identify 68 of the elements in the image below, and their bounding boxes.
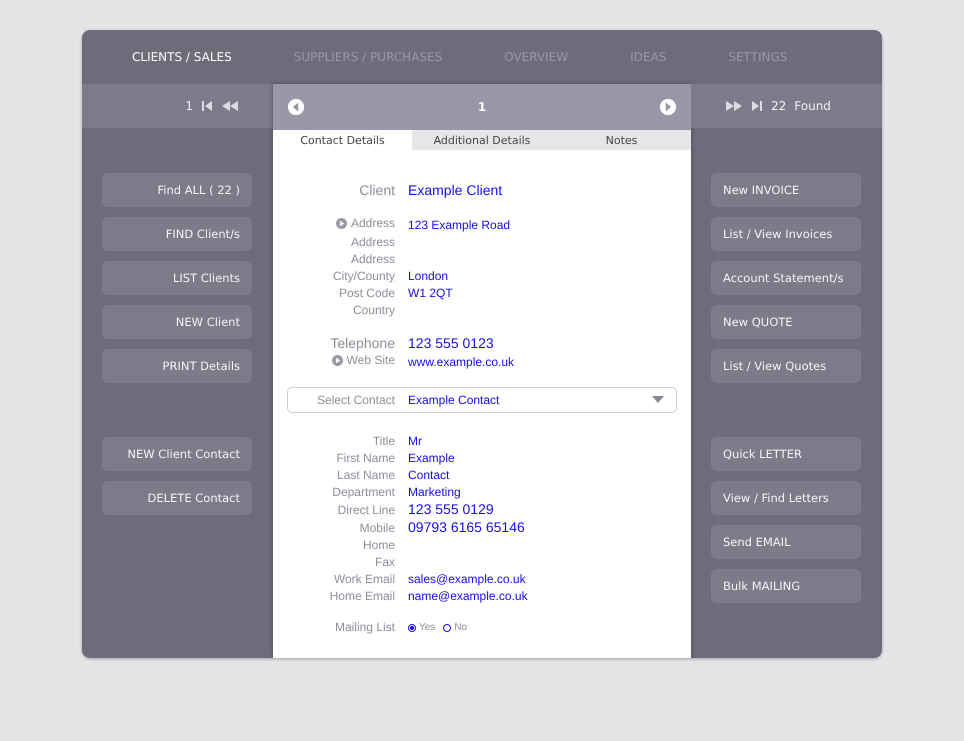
field-label: Web Site (346, 352, 395, 369)
contact-select[interactable]: Select Contact Example Contact (287, 387, 677, 413)
field-value[interactable]: Example Client (408, 182, 502, 199)
action-button[interactable]: List / View Invoices (711, 217, 861, 251)
action-button[interactable]: Send EMAIL (711, 525, 861, 559)
field-value[interactable]: name@example.co.uk (408, 588, 528, 605)
action-button[interactable]: NEW Client Contact (102, 437, 252, 471)
found-count: 22 (771, 99, 786, 113)
field-label: First Name (336, 450, 395, 467)
action-button[interactable]: Find ALL ( 22 ) (102, 173, 252, 207)
action-button[interactable]: FIND Client/s (102, 217, 252, 251)
found-label: Found (794, 99, 831, 113)
field-value[interactable]: 09793 6165 65146 (408, 519, 525, 536)
field-label: Address (350, 215, 395, 232)
field-label: Address (350, 234, 395, 251)
caret-icon (652, 396, 664, 404)
action-button[interactable]: LIST Clients (102, 261, 252, 295)
action-button[interactable]: Account Statement/s (711, 261, 861, 295)
field-value[interactable]: Marketing (408, 484, 461, 501)
field-label: Home Email (330, 588, 395, 605)
record-number: 1 (185, 99, 193, 113)
field-label: Client (359, 182, 395, 199)
fast-forward-icon[interactable] (725, 100, 743, 112)
action-button[interactable]: Bulk MAILING (711, 569, 861, 603)
radio-option[interactable]: Yes (408, 622, 436, 633)
field-value[interactable]: sales@example.co.uk (408, 571, 526, 588)
field-label: Mobile (360, 520, 395, 537)
field-label: Fax (374, 554, 395, 571)
play-icon[interactable] (336, 218, 347, 229)
action-button[interactable]: List / View Quotes (711, 349, 861, 383)
field-value[interactable]: www.example.co.uk (408, 354, 514, 371)
field-label: Address (350, 251, 395, 268)
action-button[interactable]: Quick LETTER (711, 437, 861, 471)
action-button[interactable]: New QUOTE (711, 305, 861, 339)
action-button[interactable]: View / Find Letters (711, 481, 861, 515)
last-record-icon[interactable] (751, 100, 763, 112)
field-value[interactable]: Mr (408, 433, 422, 450)
action-button[interactable]: New INVOICE (711, 173, 861, 207)
field-value[interactable]: 123 555 0123 (408, 335, 494, 352)
field-label: Post Code (338, 285, 395, 302)
field-label: City/County (332, 268, 395, 285)
nav-tab[interactable]: CLIENTS / SALES (132, 50, 232, 64)
field-value[interactable]: 123 555 0129 (408, 501, 494, 518)
detail-tab[interactable]: Contact Details (273, 130, 412, 150)
field-value[interactable]: Contact (408, 467, 450, 484)
field-label: Direct Line (338, 502, 395, 519)
field-label: Country (352, 302, 395, 319)
field-label: Work Email (334, 571, 395, 588)
field-label: Last Name (336, 467, 395, 484)
previous-icon[interactable] (287, 98, 305, 116)
field-label: Department (332, 484, 395, 501)
radio-option[interactable]: No (443, 622, 468, 633)
record-number: 1 (478, 100, 486, 114)
field-label: Home (362, 537, 395, 554)
field-value[interactable]: 123 Example Road (408, 217, 510, 234)
action-button[interactable]: DELETE Contact (102, 481, 252, 515)
action-button[interactable]: NEW Client (102, 305, 252, 339)
first-record-icon[interactable] (201, 100, 213, 112)
field-value[interactable]: W1 2QT (408, 285, 453, 302)
field-label: Mailing List (334, 619, 395, 636)
rewind-icon[interactable] (221, 100, 239, 112)
field-label: Title (372, 433, 395, 450)
next-icon[interactable] (658, 98, 677, 116)
play-icon[interactable] (332, 355, 343, 366)
field-value[interactable]: Example (408, 450, 455, 467)
action-button[interactable]: PRINT Details (102, 349, 252, 383)
field-label: Telephone (330, 335, 395, 352)
field-value[interactable]: London (408, 268, 448, 285)
